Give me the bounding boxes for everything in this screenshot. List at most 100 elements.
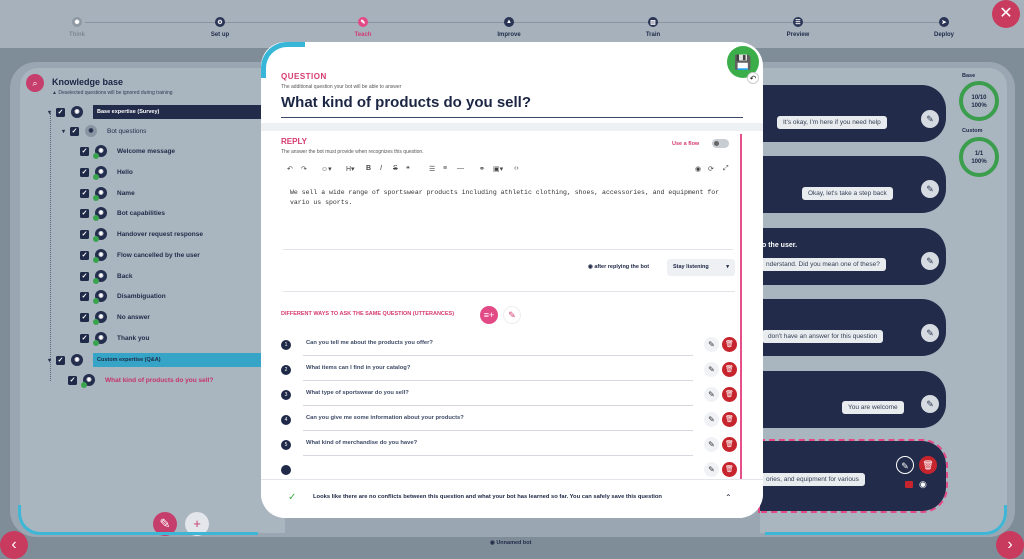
item-label: Back bbox=[117, 272, 133, 280]
quote-icon[interactable]: ❝ bbox=[406, 165, 410, 173]
pencil-icon[interactable]: ✎ bbox=[921, 110, 939, 128]
code-icon[interactable]: ‹› bbox=[514, 165, 519, 172]
checkbox[interactable]: ✓ bbox=[80, 333, 89, 343]
sync-icon[interactable]: ⟳ bbox=[708, 165, 714, 173]
checkbox[interactable]: ✓ bbox=[80, 208, 89, 218]
tree-custom-row[interactable]: ▾ ✓ ◉ Custom expertise (Q&A) bbox=[48, 353, 281, 367]
bold-icon[interactable]: B bbox=[366, 165, 371, 172]
divider-icon[interactable]: — bbox=[457, 165, 464, 172]
strike-icon[interactable]: S bbox=[393, 165, 398, 172]
generate-utterances-button[interactable]: ✎ bbox=[503, 306, 521, 324]
step-train[interactable]: ▥ Train bbox=[603, 17, 703, 38]
add-utterance-button[interactable]: ≡+ bbox=[480, 306, 498, 324]
pencil-icon[interactable]: ✎ bbox=[704, 437, 719, 452]
checkbox[interactable]: ✓ bbox=[80, 167, 89, 177]
utterance-row[interactable]: 2 What items can I find in your catalog? ✎… bbox=[281, 360, 737, 382]
tree-item[interactable]: ✓ ◉ Flow cancelled by the user bbox=[80, 248, 200, 263]
tree-item[interactable]: ✓ ◉ No answer bbox=[80, 310, 150, 325]
step-deploy[interactable]: ➤ Deploy bbox=[894, 17, 994, 38]
checkbox[interactable]: ✓ bbox=[80, 229, 89, 239]
checkbox[interactable]: ✓ bbox=[80, 312, 89, 322]
trash-icon[interactable]: 🗑 bbox=[722, 437, 737, 452]
step-think[interactable]: ✺ Think bbox=[27, 17, 127, 38]
revert-icon[interactable]: ↶ bbox=[747, 72, 759, 84]
redo-icon[interactable]: ↷ bbox=[301, 165, 307, 173]
tree-item-selected[interactable]: ✓ ◉ What kind of products do you sell? bbox=[68, 373, 213, 388]
pencil-icon[interactable]: ✎ bbox=[921, 180, 939, 198]
utterance-row[interactable]: 4 Can you give me some information about … bbox=[281, 410, 737, 432]
chevron-down-icon[interactable]: ▾ bbox=[48, 109, 56, 116]
use-flow-toggle[interactable] bbox=[712, 139, 729, 148]
trash-icon[interactable]: 🗑 bbox=[722, 387, 737, 402]
link-icon[interactable]: ⚭ bbox=[479, 165, 485, 173]
checkbox[interactable]: ✓ bbox=[70, 126, 79, 136]
bullet-list-icon[interactable]: ☰ bbox=[429, 165, 435, 173]
utterance-row[interactable]: 5 What kind of merchandise do you have? ✎ 🗑 bbox=[281, 435, 737, 457]
italic-icon[interactable]: I bbox=[380, 165, 382, 172]
checkbox[interactable]: ✓ bbox=[56, 107, 65, 117]
image-icon[interactable]: ▣▾ bbox=[493, 165, 503, 173]
checkbox[interactable]: ✓ bbox=[80, 188, 89, 198]
undo-icon[interactable]: ↶ bbox=[287, 165, 293, 173]
prev-arrow-icon[interactable]: ‹ bbox=[0, 531, 28, 559]
pencil-icon[interactable]: ✎ bbox=[704, 462, 719, 477]
tree-item[interactable]: ✓ ◉ Welcome message bbox=[80, 144, 175, 159]
pencil-icon[interactable]: ✎ bbox=[704, 337, 719, 352]
pencil-icon[interactable]: ✎ bbox=[704, 387, 719, 402]
user-text: o the user. bbox=[762, 242, 798, 249]
pencil-icon[interactable]: ✎ bbox=[921, 324, 939, 342]
utterance-number: 1 bbox=[281, 340, 291, 350]
pencil-icon[interactable]: ✎ bbox=[704, 362, 719, 377]
reply-editor[interactable]: We sell a wide range of sportswear produ… bbox=[283, 186, 733, 250]
checkbox[interactable]: ✓ bbox=[80, 146, 89, 156]
tree-item[interactable]: ✓ ◉ Disambiguation bbox=[80, 289, 166, 304]
trash-icon[interactable]: 🗑 bbox=[919, 456, 937, 474]
checkbox[interactable]: ✓ bbox=[80, 250, 89, 260]
next-arrow-icon[interactable]: › bbox=[996, 531, 1024, 559]
bot-name-text: Unnamed bot bbox=[496, 540, 532, 546]
checkbox[interactable]: ✓ bbox=[80, 271, 89, 281]
expand-icon[interactable]: ⤢ bbox=[723, 165, 729, 173]
tree-base-row[interactable]: ▾ ✓ ◉ Base expertise (Survey) bbox=[48, 105, 281, 119]
trash-icon[interactable]: 🗑 bbox=[722, 412, 737, 427]
tree-item[interactable]: ✓ ◉ Bot capabilities bbox=[80, 206, 165, 221]
chevron-up-icon[interactable]: ⌃ bbox=[725, 493, 732, 502]
pencil-icon[interactable]: ✎ bbox=[896, 456, 914, 474]
step-teach[interactable]: ✎ Teach bbox=[313, 17, 413, 38]
checkbox[interactable]: ✓ bbox=[80, 291, 89, 301]
search-icon[interactable]: ⌕ bbox=[26, 74, 44, 92]
trash-icon[interactable]: 🗑 bbox=[722, 337, 737, 352]
question-input[interactable] bbox=[281, 93, 743, 118]
step-improve[interactable]: ▲ Improve bbox=[459, 17, 559, 38]
eye-icon[interactable]: ◉ bbox=[695, 165, 701, 173]
tree-item[interactable]: ✓ ◉ Name bbox=[80, 186, 135, 201]
chevron-down-icon[interactable]: ▾ bbox=[62, 128, 70, 135]
checkbox[interactable]: ✓ bbox=[68, 375, 77, 385]
pencil-icon[interactable]: ✎ bbox=[921, 395, 939, 413]
pencil-icon[interactable]: ✎ bbox=[921, 252, 939, 270]
utterance-text: What items can I find in your catalog? bbox=[306, 365, 411, 371]
tree-item[interactable]: ✓ ◉ Thank you bbox=[80, 331, 150, 346]
after-reply-select[interactable]: Stay listening ▾ bbox=[667, 259, 735, 276]
tree-item[interactable]: ✓ ◉ Back bbox=[80, 269, 133, 284]
eye-icon[interactable]: ◉ bbox=[919, 479, 927, 490]
checkbox[interactable]: ✓ bbox=[56, 355, 65, 365]
trash-icon[interactable]: 🗑 bbox=[722, 462, 737, 477]
step-preview[interactable]: ☰ Preview bbox=[748, 17, 848, 38]
tree-bot-questions-row[interactable]: ▾ ✓ ◉ Bot questions bbox=[62, 124, 146, 138]
pencil-icon[interactable]: ✎ bbox=[704, 412, 719, 427]
tree-item[interactable]: ✓ ◉ Handover request response bbox=[80, 227, 203, 242]
tree-item[interactable]: ✓ ◉ Hello bbox=[80, 165, 133, 180]
chat-icon: ◉ bbox=[93, 187, 107, 201]
trash-icon[interactable]: 🗑 bbox=[722, 362, 737, 377]
utterance-row[interactable]: 3 What type of sportswear do you sell? ✎ 🗑 bbox=[281, 385, 737, 407]
heading-icon[interactable]: H▾ bbox=[346, 165, 355, 173]
chevron-down-icon[interactable]: ▾ bbox=[48, 357, 56, 364]
step-setup[interactable]: ⚙ Set up bbox=[170, 17, 270, 38]
utterance-row[interactable]: 1 Can you tell me about the products you … bbox=[281, 335, 737, 357]
close-icon[interactable]: ✕ bbox=[992, 0, 1020, 28]
reply-chip: You are welcome bbox=[842, 401, 904, 414]
emoji-icon[interactable]: ☺▾ bbox=[321, 165, 332, 173]
question-editor-modal: QUESTION The additional question your bo… bbox=[261, 42, 763, 518]
numbered-list-icon[interactable]: ≡ bbox=[443, 165, 447, 172]
